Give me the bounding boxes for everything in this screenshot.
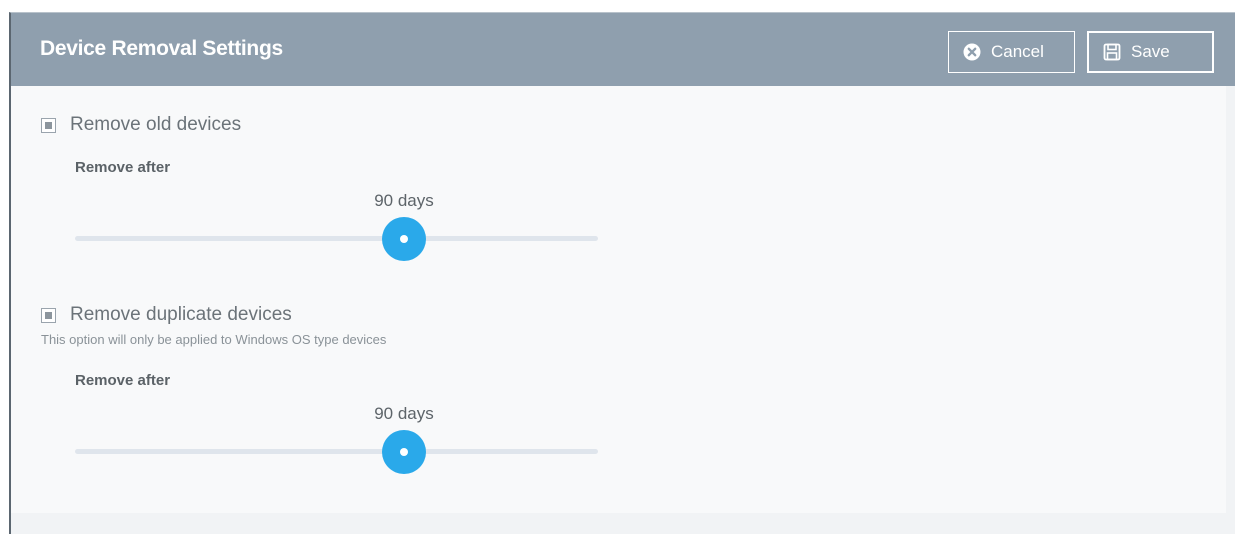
close-circle-icon [963, 43, 981, 61]
duplicate-devices-slider-track[interactable] [75, 449, 598, 454]
device-removal-panel: Device Removal Settings Cancel Save Remo… [9, 12, 1235, 534]
slider-thumb-dot [400, 235, 408, 243]
old-devices-slider-thumb[interactable] [382, 217, 426, 261]
remove-duplicate-devices-label: Remove duplicate devices [70, 304, 292, 325]
remove-after-label: Remove after [75, 159, 171, 176]
old-devices-slider-track[interactable] [75, 236, 598, 241]
remove-old-devices-row[interactable]: Remove old devices [41, 114, 241, 136]
slider-value-duplicate-devices: 90 days [374, 404, 434, 423]
remove-duplicate-devices-row[interactable]: Remove duplicate devices [41, 304, 292, 326]
checkbox-mark [45, 121, 52, 129]
slider-value-old-devices: 90 days [374, 191, 434, 210]
page-title: Device Removal Settings [40, 37, 283, 60]
checkbox-mark [45, 311, 52, 319]
save-button[interactable]: Save [1087, 31, 1214, 73]
duplicate-devices-slider-thumb[interactable] [382, 430, 426, 474]
panel-header: Device Removal Settings Cancel Save [11, 13, 1235, 86]
settings-body: Remove old devices Remove after 90 days … [11, 86, 1226, 513]
cancel-button-label: Cancel [991, 42, 1044, 61]
remove-duplicate-devices-checkbox[interactable] [41, 307, 56, 323]
save-button-label: Save [1131, 42, 1170, 61]
windows-only-hint: This option will only be applied to Wind… [41, 332, 387, 347]
remove-old-devices-label: Remove old devices [70, 114, 242, 135]
slider-thumb-dot [400, 448, 408, 456]
remove-old-devices-checkbox[interactable] [41, 117, 56, 133]
remove-after-label: Remove after [75, 372, 171, 389]
floppy-disk-icon [1103, 43, 1121, 61]
cancel-button[interactable]: Cancel [948, 31, 1075, 73]
